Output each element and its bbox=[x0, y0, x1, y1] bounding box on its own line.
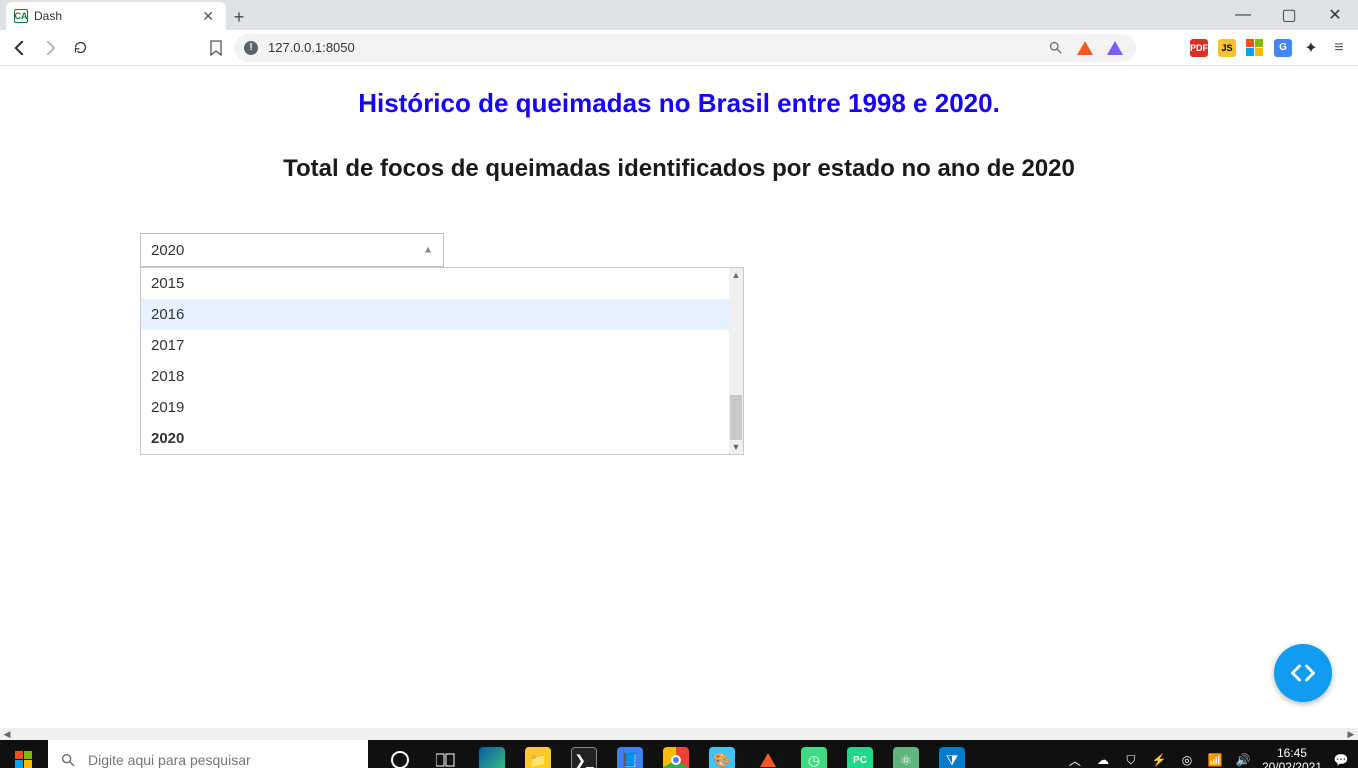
page-horizontal-scrollbar[interactable]: ◀ ▶ bbox=[0, 728, 1358, 740]
tray-notifications-icon[interactable]: 💬 bbox=[1332, 751, 1350, 768]
tab-favicon-icon: CA bbox=[14, 9, 28, 23]
task-cmd-icon[interactable]: ❯_ bbox=[562, 740, 606, 768]
new-tab-button[interactable]: + bbox=[226, 4, 252, 30]
windows-taskbar: 📁 ❯_ 📘 🎨 ◷ PC ⚛ ⧩ ︿ ☁ ⛉ ⚡ ◎ 📶 🔊 16:45 20… bbox=[0, 740, 1358, 768]
dropdown-list: 201520162017201820192020 bbox=[141, 268, 729, 454]
task-view-icon[interactable] bbox=[424, 740, 468, 768]
tray-chevron-up-icon[interactable]: ︿ bbox=[1066, 751, 1084, 768]
taskbar-search[interactable] bbox=[48, 740, 368, 768]
tray-volume-icon[interactable]: 🔊 bbox=[1234, 751, 1252, 768]
task-reader-icon[interactable]: 📘 bbox=[608, 740, 652, 768]
scroll-up-icon[interactable]: ▲ bbox=[729, 268, 743, 282]
ext-js-icon[interactable]: JS bbox=[1216, 37, 1238, 59]
window-maximize-button[interactable]: ▢ bbox=[1266, 0, 1312, 30]
dash-devtools-button[interactable] bbox=[1274, 644, 1332, 702]
nav-forward-button[interactable] bbox=[38, 36, 62, 60]
page-content: Histórico de queimadas no Brasil entre 1… bbox=[0, 66, 1358, 728]
window-minimize-button[interactable]: — bbox=[1220, 0, 1266, 30]
task-chrome-icon[interactable] bbox=[654, 740, 698, 768]
task-edge-icon[interactable] bbox=[470, 740, 514, 768]
chart-subtitle: Total de focos de queimadas identificado… bbox=[0, 155, 1358, 183]
start-button[interactable] bbox=[0, 740, 48, 768]
dropdown-option[interactable]: 2019 bbox=[141, 392, 729, 423]
chevron-up-icon[interactable]: ▲ bbox=[423, 245, 433, 256]
tab-close-button[interactable]: ✕ bbox=[198, 8, 218, 25]
dropdown-option[interactable]: 2018 bbox=[141, 361, 729, 392]
dropdown-option[interactable]: 2017 bbox=[141, 330, 729, 361]
dropdown-input[interactable] bbox=[149, 241, 435, 260]
page-title: Histórico de queimadas no Brasil entre 1… bbox=[0, 88, 1358, 119]
tray-power-icon[interactable]: ⚡ bbox=[1150, 751, 1168, 768]
task-pycharm-icon[interactable]: PC bbox=[838, 740, 882, 768]
task-atom-icon[interactable]: ⚛ bbox=[884, 740, 928, 768]
window-controls: — ▢ ✕ bbox=[1220, 0, 1358, 30]
dropdown-control[interactable]: ▲ bbox=[140, 233, 444, 267]
ext-gtranslate-icon[interactable]: G bbox=[1272, 37, 1294, 59]
task-vscode-icon[interactable]: ⧩ bbox=[930, 740, 974, 768]
window-close-button[interactable]: ✕ bbox=[1312, 0, 1358, 30]
address-bar[interactable]: ! bbox=[234, 34, 1136, 62]
clock-time: 16:45 bbox=[1262, 746, 1322, 760]
brave-rewards-icon[interactable] bbox=[1104, 37, 1126, 59]
task-androidstudio-icon[interactable]: ◷ bbox=[792, 740, 836, 768]
task-cortana-icon[interactable] bbox=[378, 740, 422, 768]
hscroll-right-icon[interactable]: ▶ bbox=[1344, 728, 1358, 740]
bookmark-button[interactable] bbox=[204, 36, 228, 60]
extensions-button[interactable]: ✦ bbox=[1300, 37, 1322, 59]
scroll-down-icon[interactable]: ▼ bbox=[729, 440, 743, 454]
brave-shields-icon[interactable] bbox=[1074, 37, 1096, 59]
taskbar-search-input[interactable] bbox=[86, 751, 356, 768]
hscroll-track[interactable] bbox=[14, 728, 1344, 740]
tab-title: Dash bbox=[34, 9, 198, 23]
dropdown-scrollbar[interactable]: ▲ ▼ bbox=[729, 268, 743, 454]
system-tray: ︿ ☁ ⛉ ⚡ ◎ 📶 🔊 16:45 20/02/2021 💬 bbox=[1066, 746, 1358, 768]
hscroll-left-icon[interactable]: ◀ bbox=[0, 728, 14, 740]
nav-back-button[interactable] bbox=[8, 36, 32, 60]
taskbar-clock[interactable]: 16:45 20/02/2021 bbox=[1262, 746, 1322, 768]
clock-date: 20/02/2021 bbox=[1262, 760, 1322, 768]
year-dropdown[interactable]: ▲ 201520162017201820192020 ▲ ▼ bbox=[140, 233, 444, 267]
ext-pdf-icon[interactable]: PDF bbox=[1188, 37, 1210, 59]
dropdown-menu: 201520162017201820192020 ▲ ▼ bbox=[140, 267, 744, 455]
scroll-track[interactable] bbox=[729, 282, 743, 440]
tray-location-icon[interactable]: ◎ bbox=[1178, 751, 1196, 768]
nav-reload-button[interactable] bbox=[68, 36, 92, 60]
task-paint-icon[interactable]: 🎨 bbox=[700, 740, 744, 768]
ext-msoffice-icon[interactable] bbox=[1244, 37, 1266, 59]
browser-titlebar: CA Dash ✕ + — ▢ ✕ bbox=[0, 0, 1358, 30]
zoom-icon[interactable] bbox=[1044, 37, 1066, 59]
tray-wifi-icon[interactable]: 📶 bbox=[1206, 751, 1224, 768]
task-brave-icon[interactable] bbox=[746, 740, 790, 768]
tray-onedrive-icon[interactable]: ☁ bbox=[1094, 751, 1112, 768]
dropdown-option[interactable]: 2016 bbox=[141, 299, 729, 330]
dropdown-option[interactable]: 2015 bbox=[141, 268, 729, 299]
site-info-icon[interactable]: ! bbox=[244, 41, 258, 55]
scroll-thumb[interactable] bbox=[730, 395, 742, 440]
browser-menu-button[interactable]: ≡ bbox=[1328, 37, 1350, 59]
task-explorer-icon[interactable]: 📁 bbox=[516, 740, 560, 768]
url-input[interactable] bbox=[266, 39, 1036, 56]
taskbar-pinned-apps: 📁 ❯_ 📘 🎨 ◷ PC ⚛ ⧩ bbox=[378, 740, 974, 768]
tray-security-icon[interactable]: ⛉ bbox=[1122, 751, 1140, 768]
dropdown-option[interactable]: 2020 bbox=[141, 423, 729, 454]
browser-toolbar: ! PDF JS G ✦ ≡ bbox=[0, 30, 1358, 66]
browser-tab[interactable]: CA Dash ✕ bbox=[6, 2, 226, 30]
